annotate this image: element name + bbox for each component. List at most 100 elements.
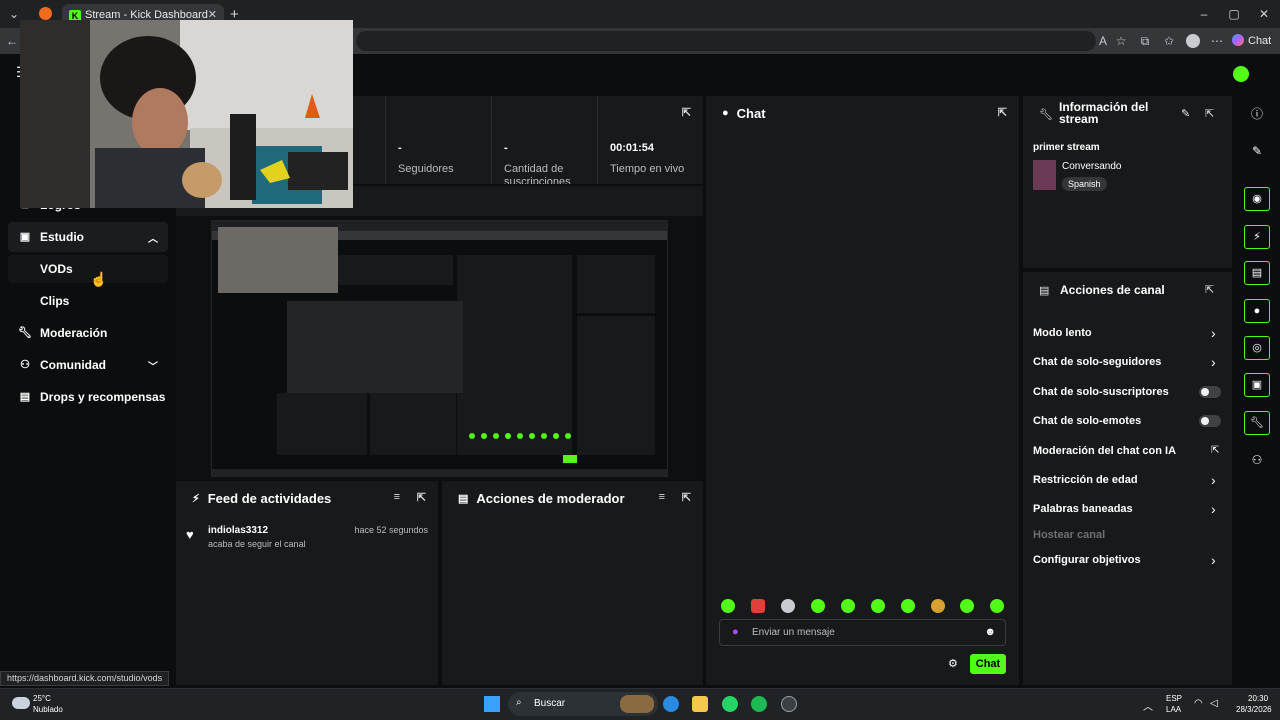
emote-icon[interactable] [811, 599, 825, 613]
emote-icon[interactable] [960, 599, 974, 613]
more-menu-icon[interactable]: ⋯ [1208, 31, 1226, 51]
subscribers-only-toggle[interactable] [1199, 386, 1221, 398]
lightning-icon: ⚡︎ [1253, 231, 1261, 243]
chat-send-button[interactable]: Chat [970, 654, 1006, 674]
weather-condition[interactable]: Nublado [33, 705, 63, 714]
chevron-right-icon[interactable]: › [1211, 472, 1216, 488]
wrench-icon: 🔧︎ [18, 327, 32, 339]
filter-icon[interactable]: ≡ [659, 491, 665, 503]
emote-icon[interactable] [871, 599, 885, 613]
favorites-icon[interactable]: ✩ [1160, 31, 1178, 51]
action-emotes-only[interactable]: Chat de solo-emotes [1033, 415, 1141, 427]
app-icon[interactable] [781, 696, 797, 712]
chevron-right-icon[interactable]: › [1211, 552, 1216, 568]
windows-start-icon[interactable] [484, 696, 500, 712]
action-ai-moderation[interactable]: Moderación del chat con IA [1033, 445, 1176, 457]
stream-preview-video[interactable] [211, 220, 668, 477]
chevron-right-icon[interactable]: › [1211, 325, 1216, 341]
edge-browser-icon[interactable] [663, 696, 679, 712]
rail-lightning-button[interactable]: ⚡︎ [1244, 225, 1270, 249]
action-subscribers-only[interactable]: Chat de solo-suscriptores [1033, 386, 1169, 398]
close-window-icon[interactable]: ✕ [1254, 5, 1274, 23]
sidebar-item-comunidad[interactable]: ⚇ Comunidad ﹀ [8, 350, 168, 380]
spotify-icon[interactable] [751, 696, 767, 712]
activity-user[interactable]: indiolas3312 [208, 525, 268, 536]
community-icon: ⚇ [20, 359, 30, 371]
clock-time[interactable]: 20:30 [1248, 694, 1268, 703]
sidebar-item-drops[interactable]: ▤ Drops y recompensas [8, 382, 168, 412]
channel-actions-title: Acciones de canal [1060, 283, 1165, 297]
weather-temperature[interactable]: 25°C [33, 694, 51, 703]
action-slow-mode[interactable]: Modo lento [1033, 327, 1092, 339]
user-avatar[interactable] [1233, 66, 1249, 82]
file-explorer-icon[interactable] [692, 696, 708, 712]
info-icon[interactable]: ⓘ [1248, 105, 1266, 123]
back-arrow-icon[interactable]: ← [3, 31, 21, 51]
extensions-icon[interactable]: ⧉ [1136, 31, 1154, 51]
stream-info-title: Información del stream [1059, 100, 1149, 126]
popout-icon[interactable]: ⇱ [1205, 107, 1214, 120]
rail-stream-button[interactable]: ▣ [1244, 373, 1270, 397]
clock-date[interactable]: 28/3/2026 [1236, 705, 1272, 714]
url-field[interactable] [356, 31, 1096, 51]
sidebar-item-clips[interactable]: Clips [8, 287, 168, 315]
read-aloud-icon[interactable]: A [1094, 31, 1112, 51]
search-label: Buscar [534, 698, 566, 709]
activity-feed-title: Feed de actividades [207, 490, 332, 506]
action-followers-only[interactable]: Chat de solo-seguidores [1033, 356, 1161, 368]
popout-icon[interactable]: ⇱ [417, 491, 426, 504]
favorite-star-icon[interactable]: ☆ [1112, 31, 1130, 51]
taskbar-search[interactable]: ⌕ Buscar [508, 692, 658, 716]
rail-chat-button[interactable]: ● [1244, 299, 1270, 323]
microphone-icon[interactable]: ● [732, 626, 739, 638]
keyboard-language[interactable]: ESP [1166, 694, 1182, 703]
copilot-chat-button[interactable]: Chat [1232, 31, 1271, 51]
edit-pencil-icon[interactable]: ✎ [1181, 107, 1190, 120]
sidebar-item-estudio[interactable]: ▣ Estudio ︿ [8, 222, 168, 252]
emotes-only-toggle[interactable] [1199, 415, 1221, 427]
tab-favicon-icon[interactable] [39, 7, 52, 20]
action-age-restriction[interactable]: Restricción de edad [1033, 474, 1138, 486]
sidebar-item-moderacion[interactable]: 🔧︎ Moderación [8, 318, 168, 348]
rail-camera-button[interactable]: ◉ [1244, 187, 1270, 211]
stream-category[interactable]: Conversando [1062, 161, 1121, 172]
maximize-icon[interactable]: ▢ [1224, 5, 1244, 23]
chevron-right-icon[interactable]: › [1211, 354, 1216, 370]
popout-icon[interactable]: ⇱ [682, 491, 691, 504]
popout-icon[interactable]: ⇱ [998, 106, 1007, 119]
filter-icon[interactable]: ≡ [394, 491, 400, 503]
emote-icon[interactable] [901, 599, 915, 613]
rail-broadcast-button[interactable]: ◎ [1244, 336, 1270, 360]
emote-icon[interactable] [931, 599, 945, 613]
chat-bubble-icon: ● [722, 107, 729, 119]
whatsapp-icon[interactable] [722, 696, 738, 712]
action-banned-words[interactable]: Palabras baneadas [1033, 503, 1133, 515]
emote-icon[interactable] [751, 599, 765, 613]
volume-icon[interactable]: ◁ [1210, 698, 1218, 709]
emote-icon[interactable] [990, 599, 1004, 613]
popout-icon[interactable]: ⇱ [1205, 283, 1214, 296]
activity-time: hace 52 segundos [354, 525, 428, 535]
external-link-icon[interactable]: ⇱ [1211, 445, 1219, 456]
document-icon: ▤ [458, 492, 469, 505]
chat-message-input[interactable]: ● Enviar un mensaje ☻ [719, 619, 1006, 646]
chevron-right-icon[interactable]: › [1211, 501, 1216, 517]
keyboard-layout[interactable]: LAA [1166, 705, 1181, 714]
community-icon[interactable]: ⚇ [1248, 451, 1266, 469]
profile-avatar[interactable] [1186, 34, 1200, 48]
chat-settings-gear-icon[interactable]: ⚙ [948, 657, 958, 670]
emote-icon[interactable] [781, 599, 795, 613]
emote-icon[interactable] [721, 599, 735, 613]
wifi-icon[interactable]: ◠ [1194, 698, 1203, 709]
edit-pencil-icon[interactable]: ✎ [1248, 142, 1266, 160]
tray-chevron-up-icon[interactable]: ︿ [1143, 698, 1153, 713]
action-configure-goals[interactable]: Configurar objetivos [1033, 554, 1141, 566]
wrench-icon: 🔧︎ [1039, 109, 1053, 121]
minimize-icon[interactable]: – [1194, 5, 1214, 23]
sidebar-item-vods[interactable]: VODs [8, 255, 168, 283]
rail-document-button[interactable]: ▤ [1244, 261, 1270, 285]
emoji-icon[interactable]: ☻ [984, 626, 996, 638]
stream-info-panel: 🔧︎ Información del stream ✎ ⇱ primer str… [1023, 96, 1232, 268]
rail-wrench-button[interactable]: 🔧︎ [1244, 411, 1270, 435]
emote-icon[interactable] [841, 599, 855, 613]
